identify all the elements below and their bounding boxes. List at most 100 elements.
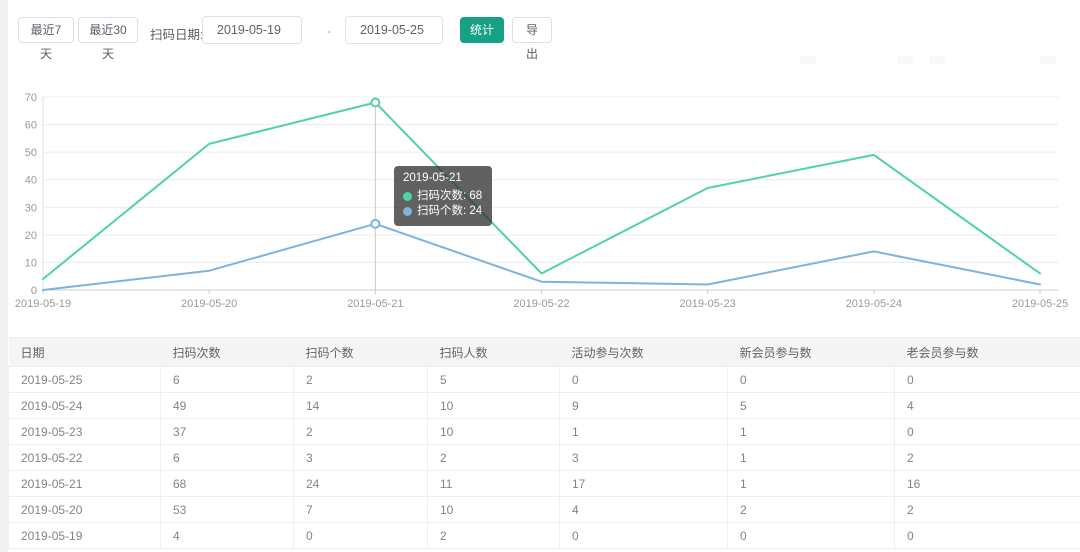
- date-range-separator: -: [327, 24, 331, 38]
- table-cell: 10: [428, 419, 560, 445]
- highlight-marker: [371, 99, 379, 107]
- table-header-cell: 新会员参与数: [728, 338, 895, 367]
- table-cell: 53: [161, 497, 294, 523]
- table-cell: 5: [728, 393, 895, 419]
- scan-line-chart[interactable]: 0 10 20 30 40 50 60 70 2019-05-19 2019-05-20 2019-…: [0, 55, 1080, 317]
- highlight-marker: [371, 220, 379, 228]
- scan-stats-table: 日期扫码次数扫码个数扫码人数活动参与次数新会员参与数老会员参与数 2019-05…: [8, 337, 1080, 549]
- x-tick-label: 2019-05-21: [347, 298, 403, 310]
- table-cell: 2019-05-23: [9, 419, 161, 445]
- table-cell: 1: [728, 471, 895, 497]
- table-header-cell: 活动参与次数: [560, 338, 728, 367]
- table-row: 2019-05-19402000: [9, 523, 1080, 549]
- table-row: 2019-05-2053710422: [9, 497, 1080, 523]
- table-cell: 2019-05-25: [9, 367, 161, 393]
- table-cell: 24: [294, 471, 428, 497]
- table-cell: 0: [294, 523, 428, 549]
- table-cell: 2019-05-22: [9, 445, 161, 471]
- table-row: 2019-05-24491410954: [9, 393, 1080, 419]
- date-from-input[interactable]: [202, 16, 302, 44]
- table-row: 2019-05-2337210110: [9, 419, 1080, 445]
- table-cell: 0: [895, 367, 1080, 393]
- table-cell: 2: [895, 445, 1080, 471]
- chart-tooltip: 2019-05-21 扫码次数: 68 扫码个数: 24: [394, 166, 492, 226]
- y-tick-label: 0: [31, 285, 37, 297]
- series-line-扫码次数: [43, 103, 1040, 279]
- x-tick-label: 2019-05-23: [680, 298, 736, 310]
- table-cell: 2019-05-20: [9, 497, 161, 523]
- series-line-扫码个数: [43, 224, 1040, 290]
- table-cell: 2019-05-21: [9, 471, 161, 497]
- table-cell: 49: [161, 393, 294, 419]
- x-tick-label: 2019-05-24: [846, 298, 902, 310]
- table-header: 日期扫码次数扫码个数扫码人数活动参与次数新会员参与数老会员参与数: [9, 338, 1080, 367]
- last-7-days-button[interactable]: 最近7天: [18, 17, 74, 43]
- table-cell: 10: [428, 393, 560, 419]
- table-cell: 14: [294, 393, 428, 419]
- tooltip-scan-count: 扫码次数: 68: [417, 189, 482, 205]
- table-row: 2019-05-22632312: [9, 445, 1080, 471]
- y-tick-label: 50: [25, 147, 37, 159]
- table-cell: 9: [560, 393, 728, 419]
- table-cell: 0: [728, 523, 895, 549]
- table-cell: 0: [895, 523, 1080, 549]
- table-cell: 1: [728, 419, 895, 445]
- statistics-button[interactable]: 统计: [460, 17, 504, 43]
- tooltip-row: 扫码个数: 24: [403, 204, 482, 220]
- table-cell: 3: [560, 445, 728, 471]
- table-cell: 1: [560, 419, 728, 445]
- table-cell: 2: [294, 367, 428, 393]
- table-cell: 4: [895, 393, 1080, 419]
- table-cell: 2: [728, 497, 895, 523]
- table-header-cell: 日期: [9, 338, 161, 367]
- table-header-cell: 扫码人数: [428, 338, 560, 367]
- table-cell: 0: [560, 367, 728, 393]
- table-cell: 10: [428, 497, 560, 523]
- table-cell: 11: [428, 471, 560, 497]
- tooltip-row: 扫码次数: 68: [403, 189, 482, 205]
- y-tick-label: 70: [25, 92, 37, 104]
- y-tick-label: 20: [25, 230, 37, 242]
- table-cell: 37: [161, 419, 294, 445]
- table-cell: 2019-05-24: [9, 393, 161, 419]
- table-cell: 4: [560, 497, 728, 523]
- table-cell: 68: [161, 471, 294, 497]
- table-cell: 6: [161, 367, 294, 393]
- line-chart-svg[interactable]: 0 10 20 30 40 50 60 70 2019-05-19 2019-05-20 2019-…: [0, 55, 1080, 317]
- table-cell: 2: [428, 523, 560, 549]
- table-cell: 4: [161, 523, 294, 549]
- tooltip-scan-units: 扫码个数: 24: [417, 204, 482, 220]
- table-header-cell: 扫码个数: [294, 338, 428, 367]
- table-cell: 2: [428, 445, 560, 471]
- scan-date-label: 扫码日期:: [150, 24, 203, 43]
- table-cell: 2: [895, 497, 1080, 523]
- x-tick-label: 2019-05-22: [513, 298, 569, 310]
- x-tick-label: 2019-05-19: [15, 298, 71, 310]
- table-cell: 2: [294, 419, 428, 445]
- table-cell: 17: [560, 471, 728, 497]
- toolbar: 最近7天 最近30天 扫码日期: - 统计 导出: [0, 0, 1080, 58]
- y-tick-label: 10: [25, 257, 37, 269]
- export-button[interactable]: 导出: [512, 17, 552, 43]
- table-cell: 0: [895, 419, 1080, 445]
- table-cell: 0: [560, 523, 728, 549]
- table-cell: 16: [895, 471, 1080, 497]
- table-cell: 3: [294, 445, 428, 471]
- last-30-days-button[interactable]: 最近30天: [78, 17, 138, 43]
- table-cell: 1: [728, 445, 895, 471]
- table-cell: 0: [728, 367, 895, 393]
- date-to-input[interactable]: [345, 16, 443, 44]
- table-cell: 6: [161, 445, 294, 471]
- table-row: 2019-05-2168241117116: [9, 471, 1080, 497]
- y-tick-label: 30: [25, 202, 37, 214]
- tooltip-date: 2019-05-21: [403, 171, 482, 187]
- x-tick-label: 2019-05-20: [181, 298, 237, 310]
- y-tick-label: 60: [25, 120, 37, 132]
- table-header-cell: 扫码次数: [161, 338, 294, 367]
- table-header-cell: 老会员参与数: [895, 338, 1080, 367]
- table-cell: 5: [428, 367, 560, 393]
- blue-series-dot-icon: [403, 207, 412, 216]
- x-tick-label: 2019-05-25: [1012, 298, 1068, 310]
- table-cell: 7: [294, 497, 428, 523]
- y-tick-label: 40: [25, 175, 37, 187]
